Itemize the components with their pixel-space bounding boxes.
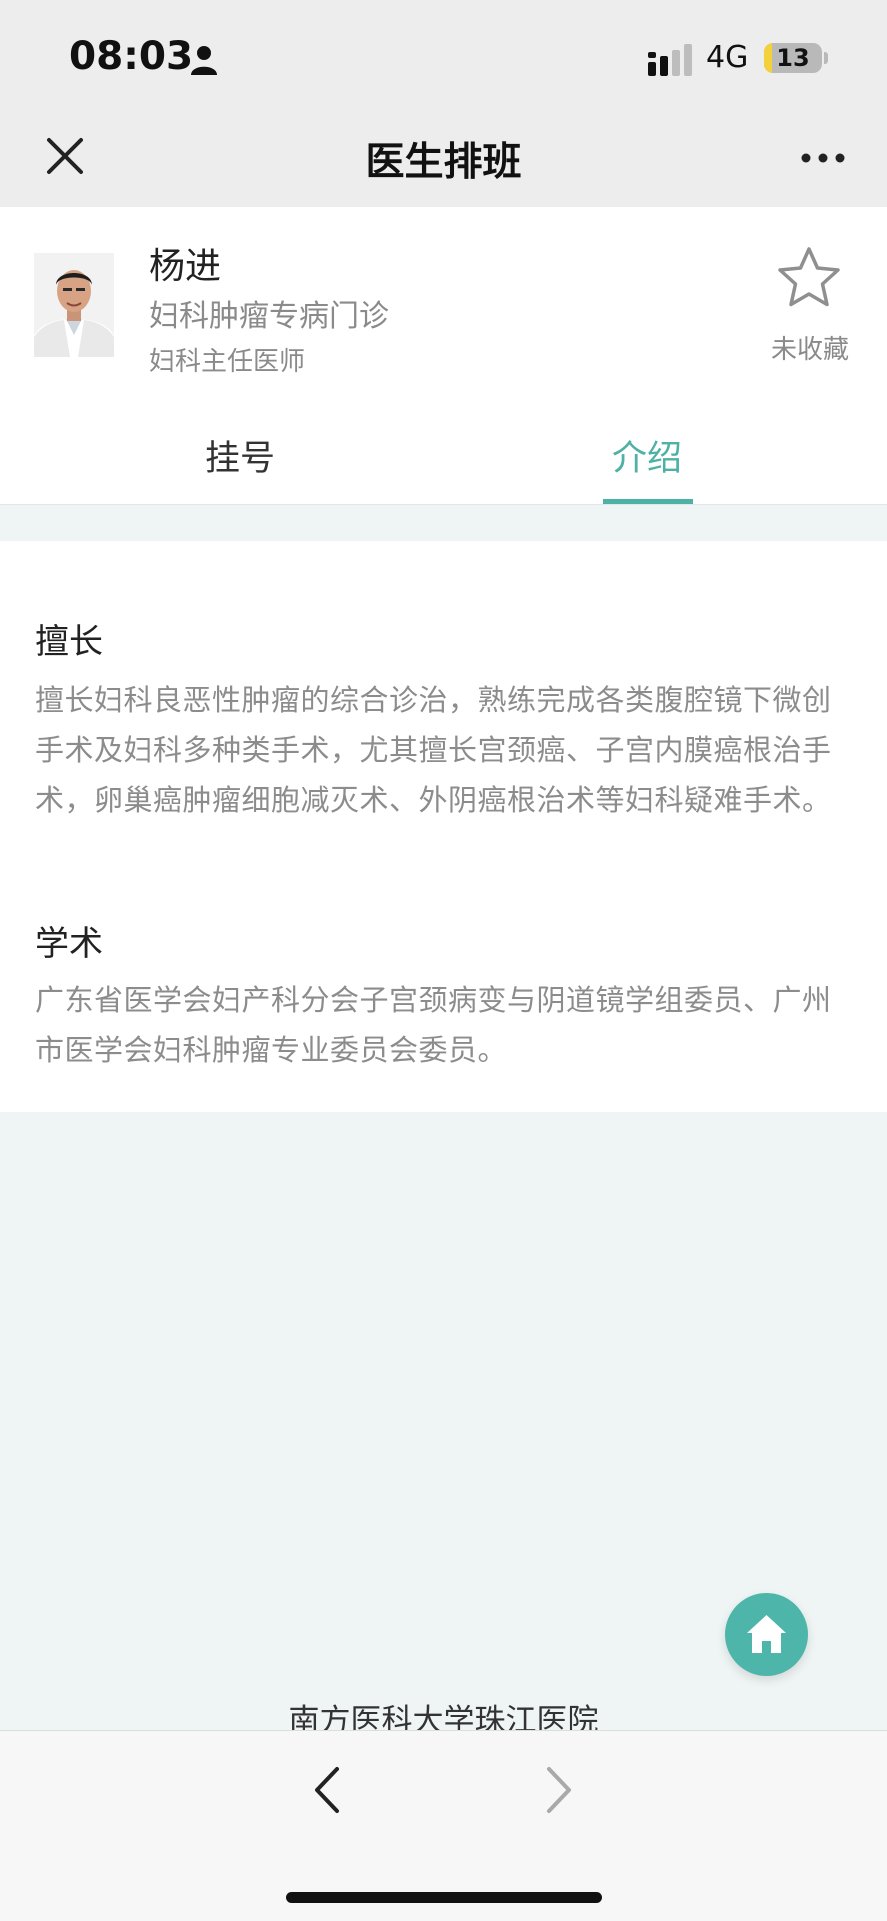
signal-icon [648, 44, 692, 76]
tab-register[interactable]: 挂号 [180, 430, 300, 481]
star-icon[interactable] [776, 245, 842, 311]
tab-intro[interactable]: 介绍 [587, 430, 707, 481]
battery-indicator: 13 [764, 43, 822, 73]
doctor-clinic: 妇科肿瘤专病门诊 [149, 299, 389, 334]
specialty-text: 擅长妇科良恶性肿瘤的综合诊治，熟练完成各类腹腔镜下微创手术及妇科多种类手术，尤其… [35, 683, 832, 817]
back-icon[interactable] [311, 1765, 343, 1815]
intro-panel: 擅长 擅长妇科良恶性肿瘤的综合诊治，熟练完成各类腹腔镜下微创手术及妇科多种类手术… [0, 541, 887, 1112]
forward-icon[interactable] [543, 1765, 575, 1815]
favorite-label[interactable]: 未收藏 [750, 329, 870, 366]
doctor-title: 妇科主任医师 [149, 347, 306, 377]
doctor-name: 杨进 [149, 246, 222, 287]
home-icon [747, 1615, 786, 1653]
status-bar: 08:03 4G 13 [0, 0, 887, 115]
academic-text: 广东省医学会妇产科分会子宫颈病变与阴道镜学组委员、广州市医学会妇科肿瘤专业委员会… [35, 983, 832, 1067]
battery-cap [824, 52, 828, 64]
status-time: 08:03 [69, 34, 194, 79]
home-indicator [286, 1892, 602, 1903]
doctor-card: 杨进 妇科肿瘤专病门诊 妇科主任医师 未收藏 挂号 介绍 [0, 207, 887, 505]
specialty-heading: 擅长 [35, 622, 103, 662]
browser-bottom-bar [0, 1730, 887, 1921]
more-icon[interactable] [800, 151, 846, 165]
divider [0, 504, 887, 505]
battery-text: 13 [776, 44, 810, 72]
doctor-avatar [34, 253, 114, 357]
home-button[interactable] [725, 1593, 808, 1676]
academic-heading: 学术 [35, 924, 103, 964]
network-label: 4G [706, 40, 749, 75]
nav-bar: 医生排班 [0, 115, 887, 207]
person-icon [191, 46, 217, 75]
page-title: 医生排班 [365, 140, 522, 185]
